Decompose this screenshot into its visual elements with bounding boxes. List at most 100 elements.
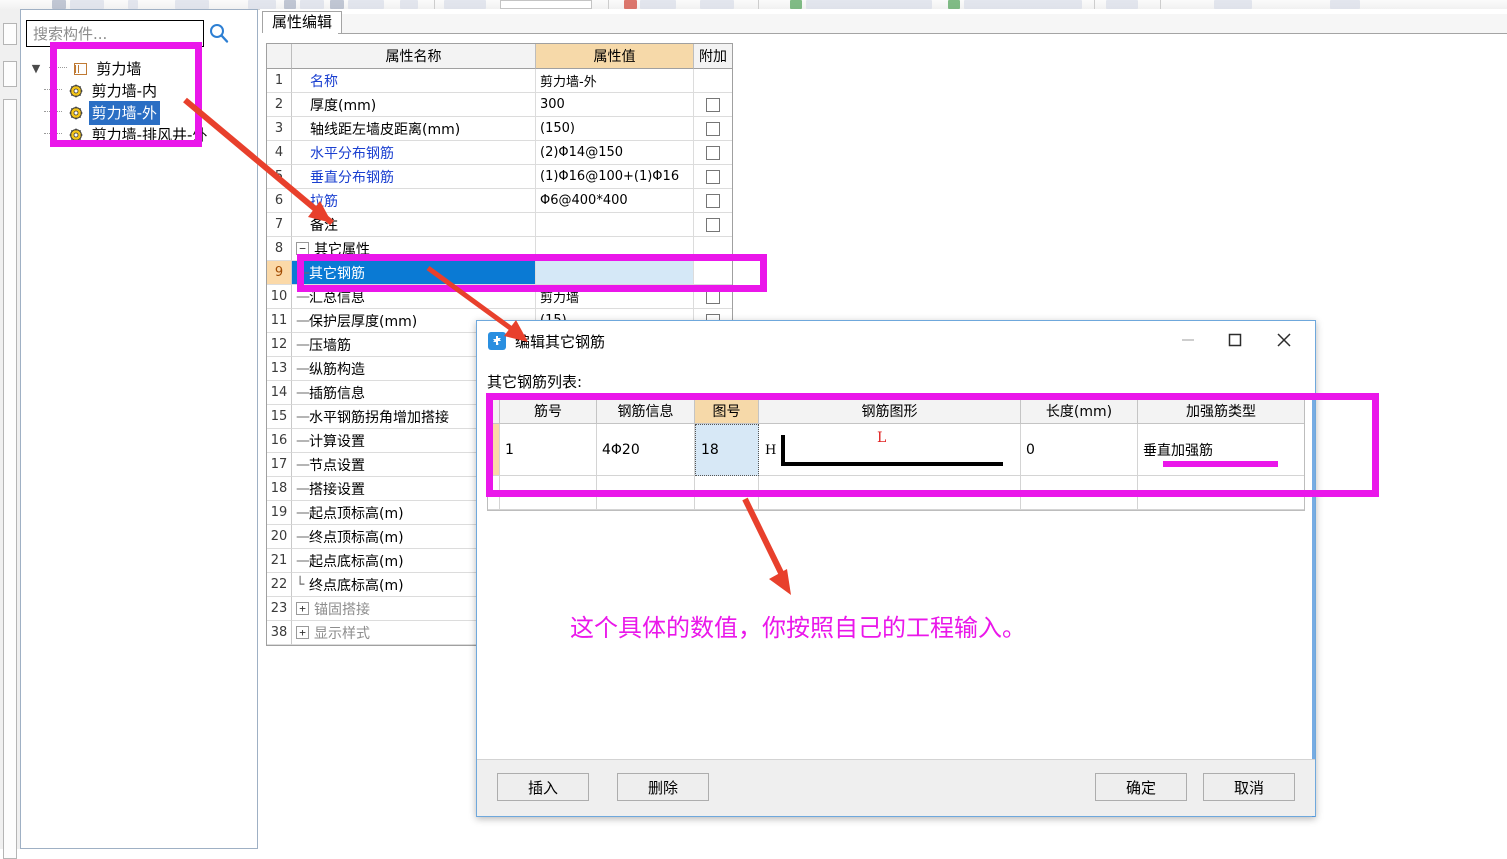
toolbar-icon[interactable]	[52, 0, 66, 9]
toolbar-item[interactable]	[1330, 0, 1360, 9]
rail-button[interactable]	[3, 99, 17, 859]
cell-attach[interactable]	[694, 165, 732, 189]
cell-reinforce-type[interactable]: 垂直加强筋	[1138, 424, 1304, 476]
cancel-button[interactable]: 取消	[1203, 773, 1295, 801]
cell-diagram-no[interactable]: 18	[695, 424, 759, 476]
checkbox[interactable]	[706, 97, 720, 112]
table-row[interactable]: 3 轴线距左墙皮距离(mm) (150)	[267, 117, 732, 141]
expand-icon[interactable]: +	[296, 626, 309, 639]
cell-rebar-info[interactable]: 4Φ20	[597, 424, 695, 476]
toolbar-item[interactable]	[248, 0, 276, 9]
tree-item-shearwall-outer[interactable]: 剪力墙-外	[28, 101, 234, 125]
checkbox[interactable]	[706, 289, 720, 304]
cell-attach[interactable]	[694, 117, 732, 141]
table-row[interactable]: 1 名称 剪力墙-外	[267, 69, 732, 93]
cell-property-value[interactable]: 剪力墙-外	[536, 69, 694, 93]
cell-property-name[interactable]: 厚度(mm)	[292, 93, 536, 117]
checkbox[interactable]	[706, 121, 720, 136]
edit-other-rebar-dialog[interactable]: 编辑其它钢筋 其它钢筋列表: 筋号 钢筋信息 图号 钢筋图形 长度(mm) 加强…	[476, 320, 1316, 817]
toolbar-icon[interactable]	[624, 0, 637, 9]
cell-rebar-shape[interactable]	[759, 476, 1021, 510]
tree-item-shearwall-root[interactable]: ▼ 剪力墙	[28, 57, 234, 79]
cell-property-value[interactable]	[536, 261, 694, 285]
cell-length[interactable]	[1021, 476, 1138, 510]
toolbar-icon[interactable]	[284, 0, 296, 9]
cell-attach[interactable]	[694, 93, 732, 117]
toolbar-item[interactable]	[1106, 0, 1138, 9]
ok-button[interactable]: 确定	[1095, 773, 1187, 801]
table-row[interactable]: 6 拉筋 Φ6@400*400	[267, 189, 732, 213]
toolbar-item[interactable]	[444, 0, 486, 9]
toolbar-item[interactable]	[175, 0, 209, 9]
toolbar-item[interactable]	[806, 0, 932, 9]
toolbar-item[interactable]	[128, 0, 138, 9]
collapse-icon[interactable]: −	[296, 242, 309, 255]
cell-attach[interactable]	[694, 189, 732, 213]
toolbar-icon[interactable]	[948, 0, 960, 9]
cell-reinforce-type[interactable]	[1138, 476, 1304, 510]
toolbar-item[interactable]	[70, 0, 104, 9]
cell-property-name[interactable]: — 汇总信息	[292, 285, 536, 309]
cell-property-name[interactable]: 垂直分布钢筋	[292, 165, 536, 189]
checkbox[interactable]	[706, 217, 720, 232]
checkbox[interactable]	[706, 169, 720, 184]
tree-item-shearwall-exhaust-outer[interactable]: 剪力墙-排风井-外	[28, 123, 234, 145]
component-tree[interactable]: ▼ 剪力墙 剪力墙-内 剪力墙-外 剪力墙-排风井-外	[28, 57, 234, 145]
cell-attach[interactable]	[694, 69, 732, 93]
cell-property-value[interactable]	[536, 237, 694, 261]
cell-attach[interactable]	[694, 285, 732, 309]
cell-property-name[interactable]: — 其它钢筋	[292, 261, 536, 285]
cell-rebar-shape[interactable]: H L	[759, 424, 1021, 476]
cell-property-name[interactable]: − 其它属性	[292, 237, 536, 261]
delete-button[interactable]: 删除	[617, 773, 709, 801]
expand-icon[interactable]: +	[296, 602, 309, 615]
cell-property-value[interactable]: (150)	[536, 117, 694, 141]
toolbar-item[interactable]	[640, 0, 676, 9]
cell-diagram-no[interactable]	[695, 476, 759, 510]
toolbar-item[interactable]	[300, 0, 324, 9]
cell-property-value[interactable]: (1)Φ16@100+(1)Φ16	[536, 165, 694, 189]
dialog-titlebar[interactable]: 编辑其它钢筋	[477, 321, 1315, 360]
cell-rebar-no[interactable]: 1	[500, 424, 597, 476]
cell-rebar-info[interactable]	[597, 476, 695, 510]
cell-attach[interactable]	[694, 141, 732, 165]
insert-button[interactable]: 插入	[497, 773, 589, 801]
table-row[interactable]	[488, 476, 1304, 510]
cell-property-value[interactable]: (2)Φ14@150	[536, 141, 694, 165]
toolbar-combo[interactable]	[500, 0, 592, 9]
minimize-button[interactable]	[1165, 321, 1211, 358]
table-row[interactable]: 9— 其它钢筋	[267, 261, 732, 285]
maximize-button[interactable]	[1212, 321, 1258, 358]
toolbar-item[interactable]	[700, 0, 734, 9]
cell-property-value[interactable]: 剪力墙	[536, 285, 694, 309]
cell-property-value[interactable]	[536, 213, 694, 237]
tab-property-edit[interactable]: 属性编辑	[262, 11, 343, 33]
row-selector[interactable]	[488, 476, 500, 510]
toolbar-item[interactable]	[964, 0, 1082, 9]
rail-button[interactable]	[3, 61, 17, 87]
row-selector[interactable]	[488, 424, 500, 476]
dialog-scrollbar[interactable]	[1312, 397, 1315, 817]
cell-attach[interactable]	[694, 213, 732, 237]
cell-property-value[interactable]: Φ6@400*400	[536, 189, 694, 213]
cell-property-name[interactable]: 水平分布钢筋	[292, 141, 536, 165]
chevron-down-icon[interactable]: ▼	[28, 58, 44, 80]
cell-attach[interactable]	[694, 261, 732, 285]
table-row[interactable]: 10— 汇总信息 剪力墙	[267, 285, 732, 309]
toolbar-item[interactable]	[400, 0, 418, 9]
cell-rebar-no[interactable]	[500, 476, 597, 510]
toolbar-item[interactable]	[348, 0, 384, 9]
table-row[interactable]: 8− 其它属性	[267, 237, 732, 261]
cell-property-value[interactable]: 300	[536, 93, 694, 117]
cell-property-name[interactable]: 名称	[292, 69, 536, 93]
table-row[interactable]: 5 垂直分布钢筋 (1)Φ16@100+(1)Φ16	[267, 165, 732, 189]
cell-length[interactable]: 0	[1021, 424, 1138, 476]
search-icon[interactable]	[208, 22, 230, 44]
close-button[interactable]	[1261, 321, 1307, 358]
rebar-table[interactable]: 筋号 钢筋信息 图号 钢筋图形 长度(mm) 加强筋类型 1 4Φ20 18 H…	[487, 397, 1305, 511]
toolbar-icon[interactable]	[330, 0, 344, 9]
table-row[interactable]: 7 备注	[267, 213, 732, 237]
table-row[interactable]: 4 水平分布钢筋 (2)Φ14@150	[267, 141, 732, 165]
rail-button[interactable]	[3, 23, 17, 45]
cell-property-name[interactable]: 备注	[292, 213, 536, 237]
